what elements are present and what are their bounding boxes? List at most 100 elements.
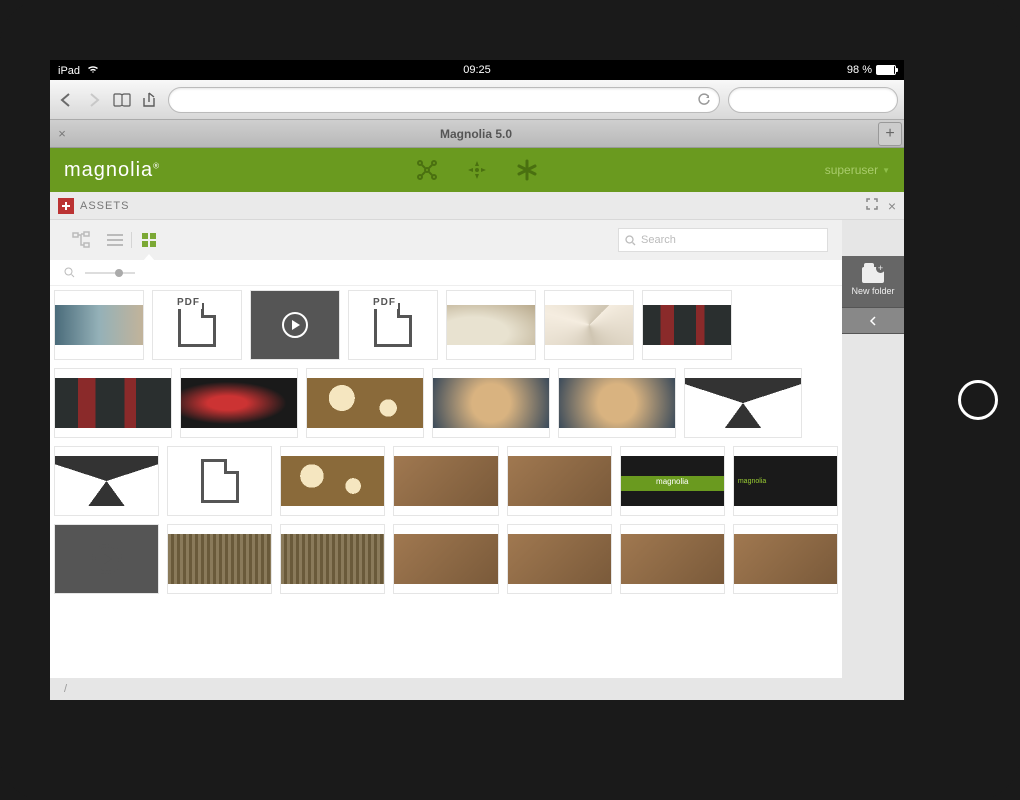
asset-thumbnail[interactable] [54,446,159,516]
apps-icon[interactable] [416,159,438,181]
workspace: Search PDFPDF magnoliamagnolia [50,220,904,700]
asset-thumbnail[interactable] [620,524,725,594]
brand-banner[interactable]: magnolia [620,446,725,516]
thumbnail-image [394,456,497,506]
asset-thumbnail[interactable] [280,446,385,516]
pdf-document[interactable]: PDF [348,290,438,360]
header-icon-group [416,159,538,181]
thumbnail-image [508,456,611,506]
asset-thumbnail[interactable] [280,524,385,594]
asset-grid: PDFPDF magnoliamagnolia [50,286,842,678]
asset-thumbnail[interactable] [167,524,272,594]
wifi-icon [87,64,99,74]
thumbnail-image [281,534,384,584]
safari-search[interactable] [728,87,898,113]
asset-thumbnail[interactable] [507,524,612,594]
brand-dark-image: magnolia [734,456,837,506]
asset-thumbnail[interactable] [507,446,612,516]
thumbnail-image [685,378,801,428]
bookmarks-button[interactable] [112,90,132,110]
asset-thumbnail[interactable] [393,446,498,516]
video-asset[interactable] [250,290,340,360]
back-button[interactable] [56,90,76,110]
safari-toolbar [50,80,904,120]
collapse-rail-button[interactable] [842,308,904,334]
app-header: magnolia® superuser ▼ [50,148,904,192]
folder-plus-icon [862,267,884,283]
device-name: iPad [58,65,80,77]
play-icon [92,544,122,574]
generic-file[interactable] [167,446,272,516]
asset-thumbnail[interactable] [54,290,144,360]
pdf-icon: PDF [178,303,216,347]
username-label: superuser [825,163,878,177]
breadcrumb[interactable]: / [50,678,842,700]
pulse-icon[interactable] [466,159,488,181]
search-input[interactable]: Search [618,228,828,252]
thumbnail-image [545,305,633,345]
thumbnail-image [55,456,158,506]
asset-thumbnail[interactable] [306,368,424,438]
zoom-bar [50,260,842,286]
brand-dark[interactable]: magnolia [733,446,838,516]
pdf-label: PDF [175,296,202,309]
new-folder-button[interactable]: New folder [842,256,904,308]
battery-indicator: 98 % [847,64,896,76]
home-button[interactable] [958,380,998,420]
ios-status-bar: iPad 09:25 98 % [50,60,904,80]
thumbnail-image [55,378,171,428]
tab-title[interactable]: Magnolia 5.0 [74,127,878,141]
list-view-button[interactable] [98,220,132,260]
search-icon [625,235,636,246]
sub-header: ASSETS × [50,192,904,220]
view-toolbar: Search [50,220,842,260]
share-button[interactable] [140,90,160,110]
zoom-slider[interactable] [85,272,135,274]
new-tab-button[interactable]: + [878,122,902,146]
asset-thumbnail[interactable] [558,368,676,438]
asset-thumbnail[interactable] [446,290,536,360]
screen: iPad 09:25 98 % [50,60,904,700]
url-bar[interactable] [168,87,720,113]
clock: 09:25 [463,64,491,76]
expand-icon[interactable] [866,198,878,214]
ipad-frame: iPad 09:25 98 % [0,0,1020,800]
zoom-handle[interactable] [115,269,123,277]
asset-thumbnail[interactable] [54,368,172,438]
zoom-icon[interactable] [64,267,75,278]
brand-logo[interactable]: magnolia® [64,159,160,182]
battery-icon [876,65,896,75]
asset-thumbnail[interactable] [642,290,732,360]
user-menu[interactable]: superuser ▼ [825,163,890,177]
tab-bar: × Magnolia 5.0 + [50,120,904,148]
asset-thumbnail[interactable] [684,368,802,438]
thumbnail-image [307,378,423,428]
video-asset[interactable] [54,524,159,594]
asset-thumbnail[interactable] [733,524,838,594]
reload-icon[interactable] [697,93,711,107]
pdf-icon: PDF [374,303,412,347]
main-panel: Search PDFPDF magnoliamagnolia [50,220,842,700]
trademark: ® [153,161,160,170]
grid-view-button[interactable] [132,220,166,260]
close-icon[interactable]: × [888,198,896,214]
close-tab-button[interactable]: × [50,126,74,141]
brand-banner-image: magnolia [621,456,724,506]
forward-button[interactable] [84,90,104,110]
asset-thumbnail[interactable] [180,368,298,438]
new-folder-label: New folder [851,286,894,296]
pdf-label: PDF [371,296,398,309]
thumbnail-image [643,305,731,345]
pdf-document[interactable]: PDF [152,290,242,360]
breadcrumb-path: / [64,683,67,695]
thumbnail-image [181,378,297,428]
thumbnail-image [621,534,724,584]
file-icon [201,459,239,503]
favorites-icon[interactable] [516,159,538,181]
tree-view-button[interactable] [64,220,98,260]
asset-thumbnail[interactable] [432,368,550,438]
assets-app-icon[interactable] [58,198,74,214]
asset-thumbnail[interactable] [393,524,498,594]
thumbnail-image [559,378,675,428]
asset-thumbnail[interactable] [544,290,634,360]
